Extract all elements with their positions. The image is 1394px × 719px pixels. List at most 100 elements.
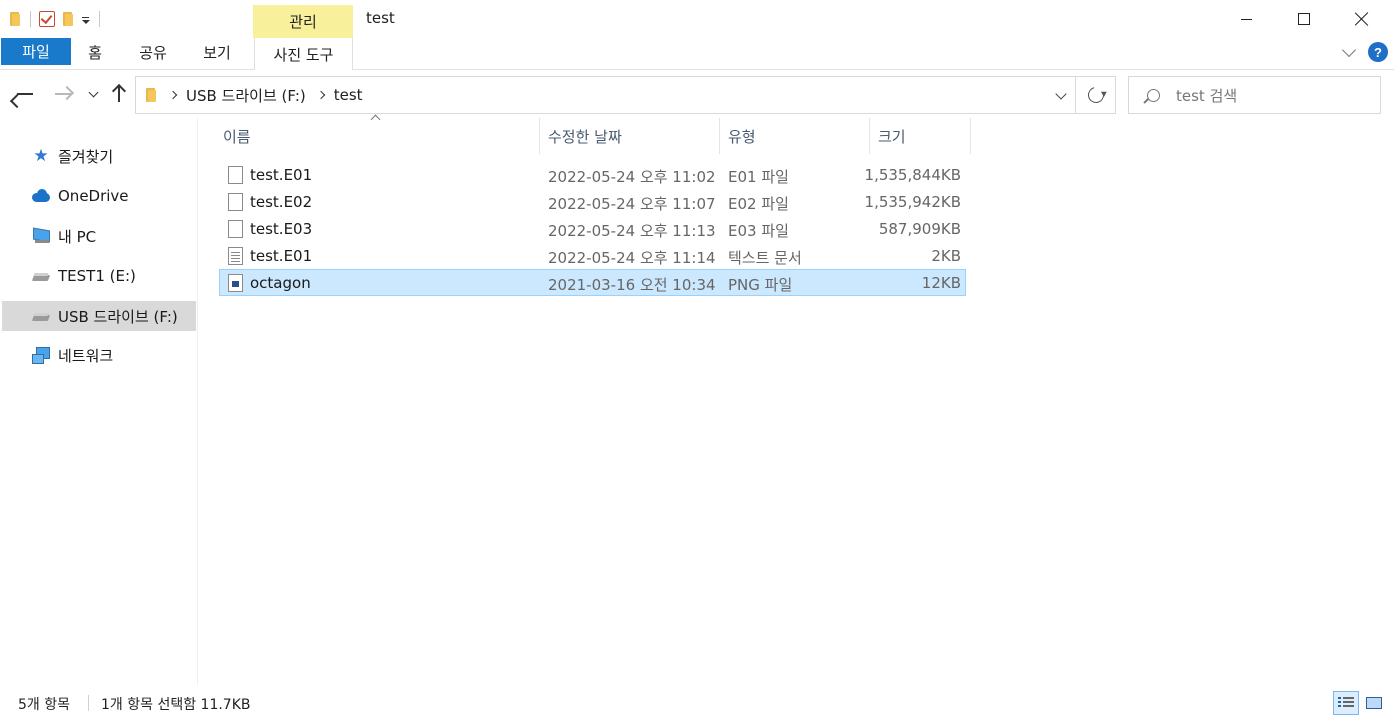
- column-header-date[interactable]: 수정한 날짜: [540, 118, 720, 154]
- sidebar-item-label: 내 PC: [58, 227, 97, 246]
- sidebar-item-onedrive[interactable]: OneDrive: [2, 181, 196, 211]
- file-name: test.E01: [250, 247, 313, 265]
- sidebar-item-favorites[interactable]: ★ 즐겨찾기: [2, 141, 196, 171]
- sidebar-item-label: 네트워크: [58, 346, 114, 365]
- new-folder-icon[interactable]: [61, 11, 75, 27]
- column-header-name[interactable]: 이름: [218, 114, 540, 154]
- maximize-button[interactable]: [1275, 0, 1333, 38]
- file-icon: [228, 220, 243, 238]
- file-type: E02 파일: [728, 195, 789, 213]
- file-type: E03 파일: [728, 222, 789, 240]
- navigation-pane: ★ 즐겨찾기 OneDrive 내 PC TEST1 (E:) USB 드라이브…: [0, 118, 198, 685]
- refresh-icon: [1084, 84, 1107, 106]
- breadcrumb-separator-icon[interactable]: [316, 90, 325, 100]
- tab-picture-tools[interactable]: 사진 도구: [254, 38, 353, 70]
- column-header-label: 수정한 날짜: [548, 127, 622, 146]
- navigation-bar: USB 드라이브 (F:) test test 검색: [0, 74, 1394, 114]
- file-name: octagon: [250, 274, 311, 292]
- recent-locations-button[interactable]: [84, 82, 102, 106]
- quick-access-toolbar: [8, 8, 102, 30]
- file-icon: [228, 166, 243, 184]
- selection-info: 1개 항목 선택함 11.7KB: [101, 697, 251, 713]
- ribbon-controls: ?: [1341, 42, 1388, 62]
- sidebar-item-network[interactable]: 네트워크: [2, 340, 196, 370]
- file-row[interactable]: test.E01 2022-05-24 오후 11:14 텍스트 문서 2KB: [219, 242, 966, 269]
- file-date: 2022-05-24 오후 11:14: [548, 249, 716, 267]
- tab-share[interactable]: 공유: [128, 38, 178, 66]
- file-size: 2KB: [931, 247, 961, 265]
- sidebar-item-usb-drive[interactable]: USB 드라이브 (F:): [2, 301, 196, 331]
- file-row[interactable]: octagon 2021-03-16 오전 10:34 PNG 파일 12KB: [219, 269, 966, 296]
- file-size: 587,909KB: [878, 220, 961, 238]
- file-date: 2022-05-24 오후 11:02: [548, 168, 716, 186]
- address-dropdown-icon[interactable]: [1055, 88, 1067, 100]
- status-bar: 5개 항목 1개 항목 선택함 11.7KB: [0, 686, 1394, 719]
- close-button[interactable]: [1333, 0, 1391, 38]
- column-header-label: 유형: [728, 127, 756, 146]
- file-date: 2021-03-16 오전 10:34: [548, 276, 716, 294]
- toolbar-separator: [99, 11, 100, 27]
- window-title: test: [366, 9, 395, 27]
- minimize-icon: [1240, 18, 1252, 20]
- file-date: 2022-05-24 오후 11:07: [548, 195, 716, 213]
- forward-arrow-icon: [55, 93, 71, 95]
- large-icons-view-button[interactable]: [1361, 691, 1387, 715]
- search-placeholder: test 검색: [1176, 86, 1238, 105]
- chevron-down-icon: [88, 87, 98, 97]
- refresh-button[interactable]: [1076, 76, 1116, 114]
- drive-icon: [32, 307, 50, 325]
- file-size: 1,535,844KB: [864, 166, 961, 184]
- cloud-icon: [32, 187, 50, 205]
- expand-ribbon-icon[interactable]: [1341, 42, 1357, 58]
- forward-button[interactable]: [50, 82, 76, 106]
- sort-ascending-icon: [370, 114, 381, 125]
- column-header-size[interactable]: 크기: [870, 118, 971, 154]
- file-row[interactable]: test.E03 2022-05-24 오후 11:13 E03 파일 587,…: [219, 215, 966, 242]
- sidebar-item-this-pc[interactable]: 내 PC: [2, 221, 196, 251]
- ribbon-tabs: 파일 홈 공유 보기 사진 도구 ?: [0, 38, 1394, 70]
- details-view-button[interactable]: [1333, 691, 1359, 715]
- column-header-label: 크기: [878, 127, 906, 146]
- title-bar: 관리 test: [0, 0, 1394, 38]
- large-icons-view-icon: [1366, 697, 1382, 709]
- star-icon: ★: [33, 146, 49, 166]
- details-view-icon: [1338, 697, 1354, 709]
- status-separator: [88, 695, 89, 711]
- file-type: PNG 파일: [728, 276, 793, 294]
- breadcrumb-test[interactable]: test: [334, 86, 363, 104]
- tab-view[interactable]: 보기: [192, 38, 242, 66]
- tab-file[interactable]: 파일: [1, 38, 71, 65]
- up-button[interactable]: [108, 82, 130, 106]
- back-arrow-icon: [17, 93, 33, 95]
- file-type: 텍스트 문서: [728, 249, 802, 267]
- file-size: 1,535,942KB: [864, 193, 961, 211]
- back-button[interactable]: [12, 82, 38, 106]
- properties-icon[interactable]: [39, 11, 55, 27]
- customize-toolbar-icon[interactable]: [81, 11, 91, 27]
- pc-icon: [32, 227, 50, 245]
- file-type: E01 파일: [728, 168, 789, 186]
- search-box[interactable]: test 검색: [1128, 76, 1381, 114]
- folder-icon[interactable]: [8, 11, 22, 27]
- column-header-label: 이름: [223, 127, 251, 146]
- tab-home[interactable]: 홈: [75, 38, 115, 66]
- folder-icon: [144, 87, 158, 103]
- file-icon: [228, 193, 243, 211]
- toolbar-separator: [30, 11, 31, 27]
- sidebar-item-test1-drive[interactable]: TEST1 (E:): [2, 261, 196, 291]
- column-header-type[interactable]: 유형: [720, 118, 870, 154]
- address-bar[interactable]: USB 드라이브 (F:) test: [135, 76, 1076, 114]
- sidebar-item-label: OneDrive: [58, 187, 129, 205]
- breadcrumb-separator-icon[interactable]: [168, 90, 178, 100]
- file-row[interactable]: test.E01 2022-05-24 오후 11:02 E01 파일 1,53…: [219, 161, 966, 188]
- file-size: 12KB: [921, 274, 961, 292]
- up-arrow-icon: [118, 86, 120, 102]
- file-row[interactable]: test.E02 2022-05-24 오후 11:07 E02 파일 1,53…: [219, 188, 966, 215]
- manage-tab-group[interactable]: 관리: [253, 5, 353, 38]
- breadcrumb-usb-drive[interactable]: USB 드라이브 (F:): [186, 85, 306, 106]
- text-file-icon: [228, 247, 243, 265]
- minimize-button[interactable]: [1217, 0, 1275, 38]
- sidebar-item-label: 즐겨찾기: [58, 147, 114, 166]
- help-icon[interactable]: ?: [1368, 42, 1388, 62]
- image-file-icon: [228, 274, 243, 292]
